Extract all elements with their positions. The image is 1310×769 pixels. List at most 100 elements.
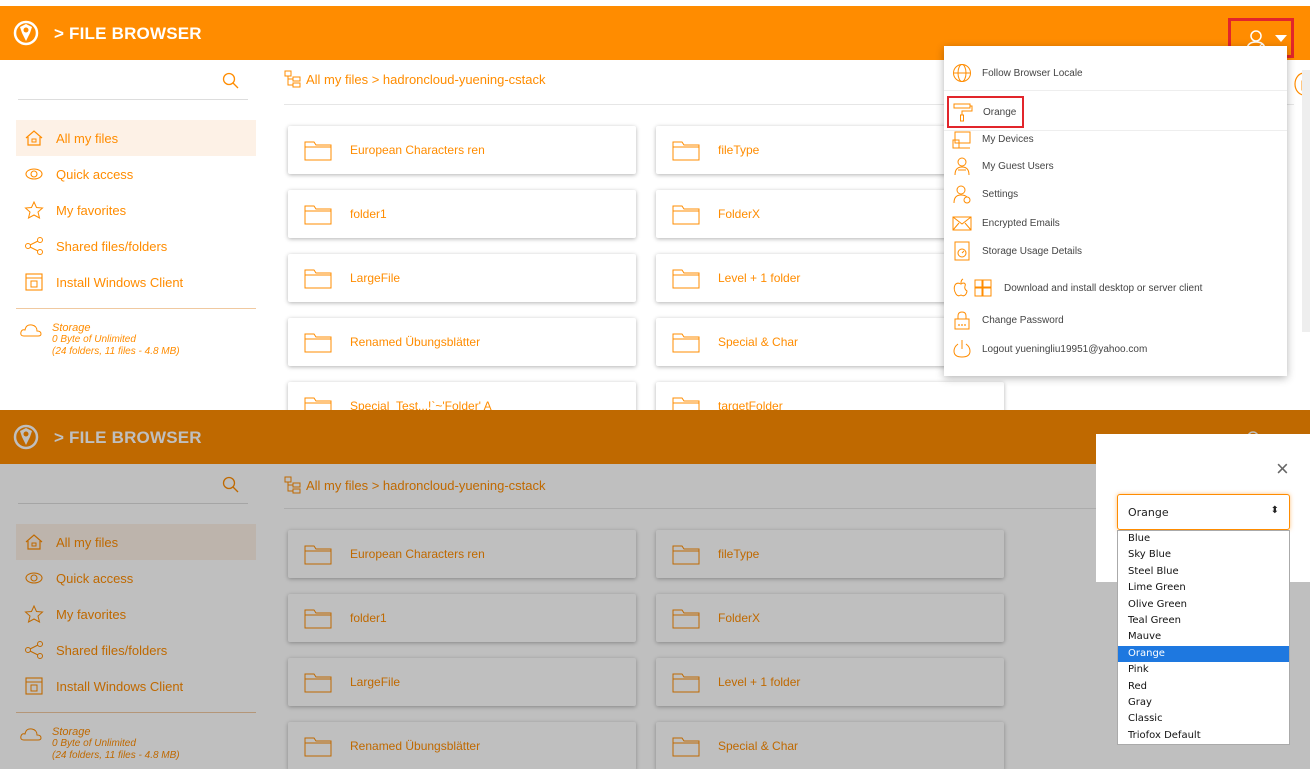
sidebar: All my files Quick access My favorites S… xyxy=(16,120,256,300)
menu-item-label: Logout yueningliu19951@yahoo.com xyxy=(982,343,1148,355)
folder-icon xyxy=(304,269,332,289)
theme-option[interactable]: Steel Blue xyxy=(1118,564,1289,580)
guest-user-icon xyxy=(954,157,970,176)
folder-name: Level + 1 folder xyxy=(718,271,801,285)
folder-icon xyxy=(304,205,332,225)
folder-name: targetFolder xyxy=(718,399,783,410)
theme-option[interactable]: Triofox Default xyxy=(1118,728,1289,744)
theme-option[interactable]: Red xyxy=(1118,679,1289,695)
user-dropdown-menu: Follow Browser Locale Orange My Devices … xyxy=(944,46,1287,376)
menu-item-theme-orange[interactable]: Orange xyxy=(947,96,1025,128)
sidebar-item-label: Install Windows Client xyxy=(56,274,184,290)
folder-icon xyxy=(304,333,332,353)
folder-icon xyxy=(672,397,700,410)
folder-tree-icon xyxy=(284,70,301,88)
screenshot-top: > FILE BROWSER All my files Quick access… xyxy=(0,0,1310,410)
folder-icon xyxy=(304,397,332,410)
theme-option[interactable]: Lime Green xyxy=(1118,580,1289,596)
folder-name: Special & Char xyxy=(718,335,799,349)
menu-item-encrypted-emails[interactable]: Encrypted Emails xyxy=(952,211,1060,235)
sidebar-item-all-my-files[interactable]: All my files xyxy=(16,120,256,156)
sidebar-item-label: All my files xyxy=(56,130,119,146)
menu-item-logout[interactable]: Logout yueningliu19951@yahoo.com xyxy=(952,337,1147,361)
folder-name: LargeFile xyxy=(350,271,401,285)
menu-divider xyxy=(944,90,1287,91)
menu-item-label: Follow Browser Locale xyxy=(982,67,1083,79)
theme-option-selected[interactable]: Orange xyxy=(1118,645,1289,663)
theme-option[interactable]: Olive Green xyxy=(1118,597,1289,613)
theme-option[interactable]: Teal Green xyxy=(1118,613,1289,629)
sidebar-item-label: Shared files/folders xyxy=(56,238,168,254)
breadcrumb-text: All my files > hadroncloud-yuening-cstac… xyxy=(306,71,546,87)
installer-icon xyxy=(25,273,43,291)
scrollbar[interactable] xyxy=(1302,70,1310,332)
menu-item-label: Settings xyxy=(982,188,1019,200)
folder-icon xyxy=(672,333,700,353)
folder-name: folder1 xyxy=(350,207,387,221)
power-icon xyxy=(953,340,971,358)
menu-item-label: Storage Usage Details xyxy=(982,245,1083,257)
folder-name: European Characters ren xyxy=(350,143,485,157)
search-icon[interactable] xyxy=(222,72,240,90)
brand-logo-icon xyxy=(13,20,39,46)
menu-item-my-devices[interactable]: My Devices xyxy=(952,127,1034,151)
app-title: > FILE BROWSER xyxy=(54,24,202,43)
storage-quota: 0 Byte of Unlimited xyxy=(52,334,136,345)
chevron-down-icon xyxy=(1275,35,1287,42)
storage-title: Storage xyxy=(52,322,91,334)
menu-item-my-guest-users[interactable]: My Guest Users xyxy=(952,154,1054,178)
folder-tile[interactable]: European Characters ren xyxy=(288,126,636,174)
menu-item-storage-usage-details[interactable]: Storage Usage Details xyxy=(952,239,1082,263)
folder-tile[interactable]: Special_Test...!`~'Folder' A xyxy=(288,382,636,410)
folder-name: Special_Test...!`~'Folder' A xyxy=(350,399,492,410)
select-arrows-icon: ⬍ xyxy=(1270,505,1279,516)
storage-usage-icon xyxy=(954,241,970,261)
storage-info: Storage 0 Byte of Unlimited (24 folders,… xyxy=(20,322,180,358)
menu-item-settings[interactable]: Settings xyxy=(952,182,1018,206)
folder-tile[interactable]: LargeFile xyxy=(288,254,636,302)
sidebar-item-quick-access[interactable]: Quick access xyxy=(16,156,256,192)
sidebar-item-label: Quick access xyxy=(56,166,134,182)
sidebar-divider xyxy=(16,308,256,309)
menu-item-label: Orange xyxy=(983,106,1017,118)
theme-option[interactable]: Blue xyxy=(1118,531,1289,547)
encrypted-email-icon xyxy=(952,216,972,231)
folder-tile[interactable]: folder1 xyxy=(288,190,636,238)
apple-windows-icon xyxy=(953,278,992,297)
theme-select-value: Orange xyxy=(1128,505,1169,519)
menu-item-label: Encrypted Emails xyxy=(982,217,1060,229)
menu-item-label: Change Password xyxy=(982,314,1064,326)
cloud-icon xyxy=(20,324,42,337)
close-icon[interactable]: × xyxy=(1276,456,1289,482)
sidebar-item-install-windows-client[interactable]: Install Windows Client xyxy=(16,264,256,300)
eye-icon xyxy=(25,168,43,180)
theme-select[interactable]: Orange ⬍ xyxy=(1117,494,1290,530)
menu-item-download-client[interactable]: Download and install desktop or server c… xyxy=(952,276,1202,300)
theme-option[interactable]: Pink xyxy=(1118,662,1289,678)
lock-icon xyxy=(954,311,970,330)
star-icon xyxy=(24,201,44,219)
menu-item-follow-browser-locale[interactable]: Follow Browser Locale xyxy=(952,61,1083,85)
folder-tile[interactable]: Renamed Übungsblätter xyxy=(288,318,636,366)
home-icon xyxy=(25,130,43,146)
devices-icon xyxy=(952,131,971,149)
theme-option[interactable]: Mauve xyxy=(1118,629,1289,645)
theme-option[interactable]: Sky Blue xyxy=(1118,547,1289,563)
sidebar-item-my-favorites[interactable]: My favorites xyxy=(16,192,256,228)
folder-name: Renamed Übungsblätter xyxy=(350,335,481,349)
sidebar-item-label: My favorites xyxy=(56,202,127,218)
theme-option[interactable]: Classic xyxy=(1118,711,1289,727)
breadcrumb[interactable]: All my files > hadroncloud-yuening-cstac… xyxy=(284,70,546,88)
folder-icon xyxy=(672,205,700,225)
folder-name: fileType xyxy=(718,143,760,157)
sidebar-item-shared[interactable]: Shared files/folders xyxy=(16,228,256,264)
menu-item-label: My Guest Users xyxy=(982,160,1054,172)
search-input[interactable] xyxy=(18,70,248,100)
folder-icon xyxy=(304,141,332,161)
menu-item-change-password[interactable]: Change Password xyxy=(952,308,1064,332)
theme-option[interactable]: Gray xyxy=(1118,695,1289,711)
folder-icon xyxy=(672,269,700,289)
menu-item-label: My Devices xyxy=(982,133,1034,145)
globe-icon xyxy=(953,64,971,82)
folder-tile[interactable]: targetFolder xyxy=(656,382,1004,410)
